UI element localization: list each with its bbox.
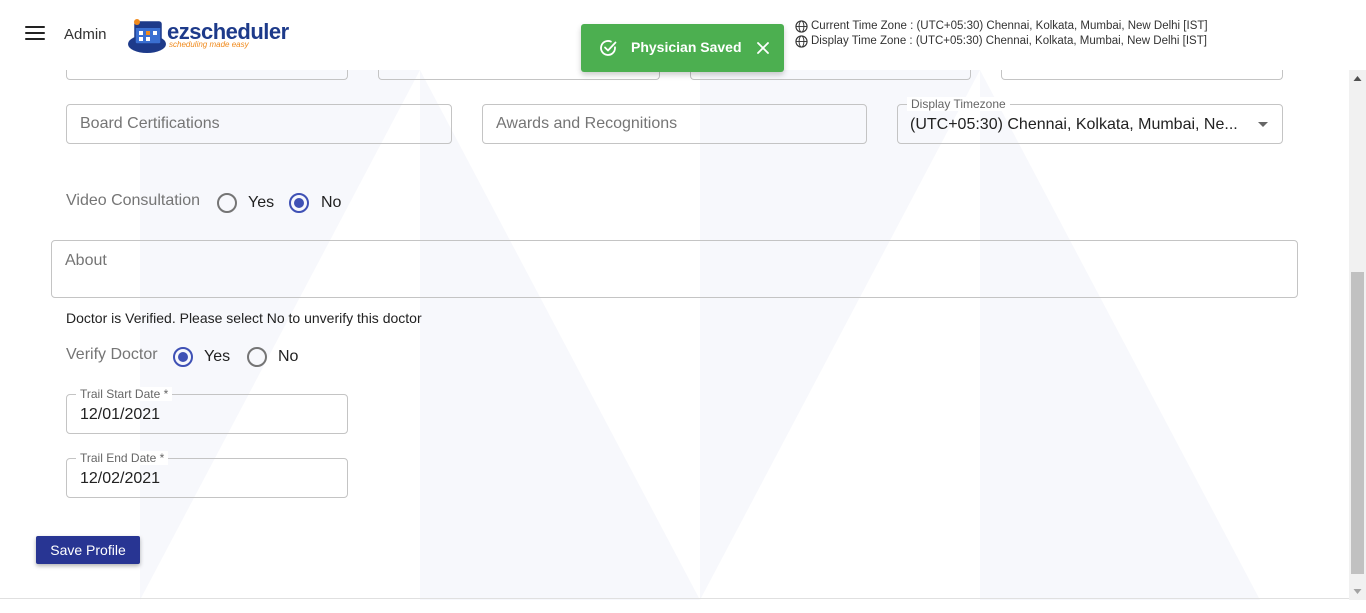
- scroll-up-arrow-icon[interactable]: [1349, 70, 1366, 87]
- trail-start-date-value: 12/01/2021: [80, 406, 161, 423]
- trail-start-date-label: Trail Start Date *: [76, 387, 173, 401]
- page: Admin ezscheduler scheduling made easy C…: [0, 0, 1366, 613]
- current-timezone: Current Time Zone : (UTC+05:30) Chennai,…: [795, 19, 1208, 34]
- background-shape: [420, 70, 700, 600]
- verify-doctor-yes-label[interactable]: Yes: [204, 348, 230, 366]
- video-consultation-label: Video Consultation: [66, 192, 201, 209]
- board-certifications-placeholder: Board Certifications: [80, 115, 220, 132]
- video-consultation-no-radio[interactable]: [289, 193, 309, 213]
- globe-icon: [795, 20, 808, 33]
- trail-end-date-value: 12/02/2021: [80, 470, 161, 487]
- about-placeholder: About: [65, 252, 107, 269]
- about-textarea[interactable]: About: [51, 240, 1298, 298]
- display-timezone-select[interactable]: Display Timezone (UTC+05:30) Chennai, Ko…: [897, 97, 1283, 144]
- calendar-logo-icon: [128, 19, 166, 53]
- close-icon[interactable]: [755, 40, 771, 56]
- awards-field[interactable]: Awards and Recognitions: [482, 104, 867, 144]
- verify-doctor-label: Verify Doctor: [66, 346, 158, 363]
- video-consultation-no-label[interactable]: No: [321, 194, 341, 212]
- scroll-down-arrow-icon[interactable]: [1349, 583, 1366, 600]
- video-consultation-yes-label[interactable]: Yes: [248, 194, 274, 212]
- success-toast: Physician Saved: [581, 24, 784, 72]
- trail-end-date-field[interactable]: Trail End Date * 12/02/2021: [66, 451, 348, 498]
- background-shape: [700, 70, 980, 600]
- awards-placeholder: Awards and Recognitions: [496, 115, 678, 132]
- logo-tagline: scheduling made easy: [169, 40, 249, 49]
- globe-icon: [795, 35, 808, 48]
- verify-doctor-no-label[interactable]: No: [278, 348, 298, 366]
- chevron-down-icon[interactable]: [1258, 122, 1268, 127]
- display-timezone-label: Display Timezone: [907, 97, 1010, 111]
- background-shape: [980, 70, 1260, 600]
- verify-doctor-yes-radio[interactable]: [173, 347, 193, 367]
- hamburger-menu-icon[interactable]: [25, 26, 45, 42]
- timezone-info: Current Time Zone : (UTC+05:30) Chennai,…: [795, 19, 1208, 49]
- check-circle-icon: [600, 40, 617, 56]
- verify-doctor-no-radio[interactable]: [247, 347, 267, 367]
- trail-start-date-field[interactable]: Trail Start Date * 12/01/2021: [66, 387, 348, 434]
- save-profile-button[interactable]: Save Profile: [36, 536, 140, 564]
- verified-note: Doctor is Verified. Please select No to …: [66, 310, 422, 326]
- display-timezone-text: Display Time Zone : (UTC+05:30) Chennai,…: [811, 35, 1207, 47]
- admin-label: Admin: [64, 26, 107, 43]
- display-timezone: Display Time Zone : (UTC+05:30) Chennai,…: [795, 34, 1208, 49]
- ezscheduler-logo[interactable]: ezscheduler scheduling made easy: [127, 14, 297, 56]
- scrollbar-thumb[interactable]: [1351, 272, 1364, 574]
- video-consultation-yes-radio[interactable]: [217, 193, 237, 213]
- current-timezone-text: Current Time Zone : (UTC+05:30) Chennai,…: [811, 20, 1208, 32]
- trail-end-date-label: Trail End Date *: [76, 451, 169, 465]
- background-shape: [140, 70, 420, 600]
- board-certifications-field[interactable]: Board Certifications: [66, 104, 452, 144]
- divider: [0, 598, 1349, 599]
- toast-message: Physician Saved: [631, 39, 742, 55]
- display-timezone-value: (UTC+05:30) Chennai, Kolkata, Mumbai, Ne…: [910, 116, 1238, 133]
